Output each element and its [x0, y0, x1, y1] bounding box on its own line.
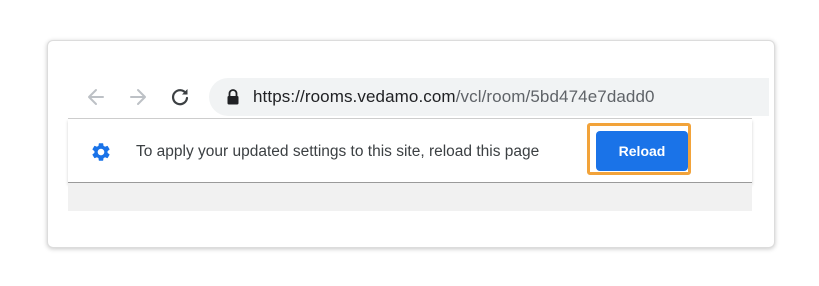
url-path: /vcl/room/5bd474e7dadd0 — [455, 87, 655, 106]
infobar-message: To apply your updated settings to this s… — [136, 143, 540, 160]
browser-card: https://rooms.vedamo.com/vcl/room/5bd474… — [47, 40, 775, 248]
screenshot-stage: https://rooms.vedamo.com/vcl/room/5bd474… — [0, 0, 819, 286]
gear-icon — [92, 143, 110, 161]
back-arrow-icon — [88, 89, 104, 105]
lock-icon — [227, 89, 239, 105]
back-button[interactable] — [84, 85, 108, 109]
address-bar[interactable]: https://rooms.vedamo.com/vcl/room/5bd474… — [209, 78, 769, 116]
forward-button[interactable] — [126, 85, 150, 109]
reload-icon — [171, 89, 189, 106]
address-url[interactable]: https://rooms.vedamo.com/vcl/room/5bd474… — [253, 87, 655, 107]
browser-toolbar: https://rooms.vedamo.com/vcl/room/5bd474… — [68, 77, 769, 117]
forward-arrow-icon — [130, 89, 146, 105]
settings-infobar: To apply your updated settings to this s… — [68, 119, 752, 183]
page-content-area — [68, 183, 752, 211]
reload-page-button[interactable] — [168, 85, 192, 109]
reload-button[interactable]: Reload — [596, 131, 688, 171]
url-host: https://rooms.vedamo.com — [253, 87, 456, 106]
